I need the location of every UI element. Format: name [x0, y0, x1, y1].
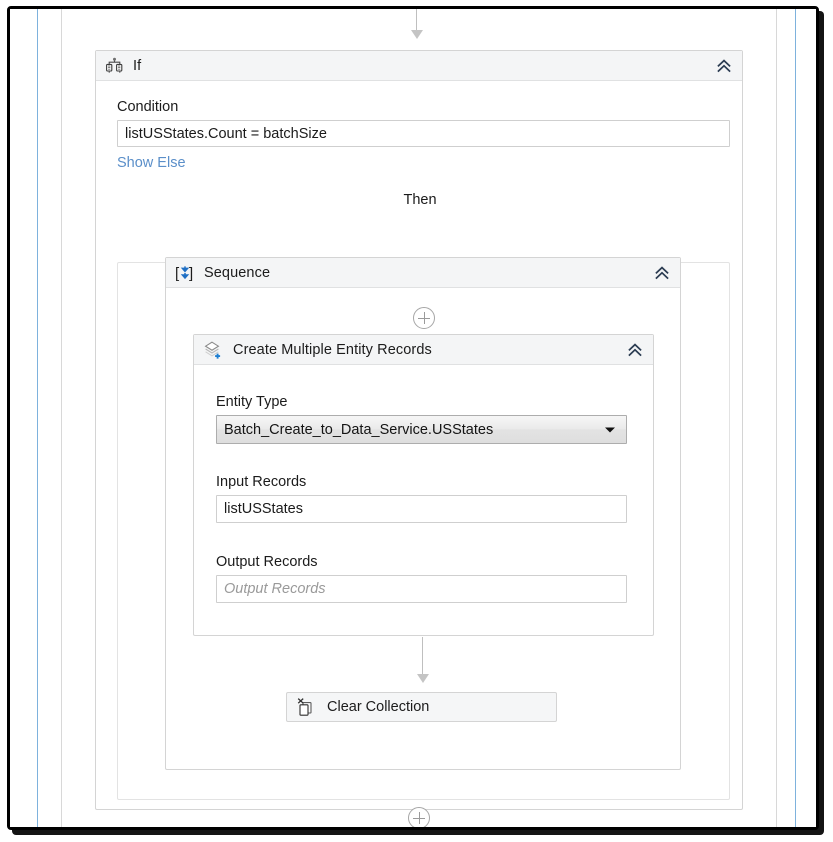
designer-frame-inner: If Condition listUSStates.Count = batchS… — [10, 9, 816, 827]
connector-into-if — [410, 9, 424, 39]
create-multiple-entity-records-header[interactable]: Create Multiple Entity Records — [194, 335, 653, 365]
clear-collection-icon — [296, 697, 317, 717]
workflow-designer-screenshot: If Condition listUSStates.Count = batchS… — [0, 0, 833, 842]
if-activity-header[interactable]: If — [96, 51, 742, 81]
condition-input[interactable]: listUSStates.Count = batchSize — [117, 120, 730, 147]
svg-text:[: [ — [175, 265, 180, 282]
create-multiple-entity-records-title: Create Multiple Entity Records — [233, 341, 432, 358]
if-activity-title: If — [133, 57, 142, 74]
create-multiple-entity-records-body: Entity Type Batch_Create_to_Data_Service… — [194, 366, 653, 635]
output-records-input[interactable]: Output Records — [216, 575, 627, 603]
sequence-activity-header[interactable]: [ ] Sequence — [166, 258, 680, 288]
entity-type-select[interactable]: Batch_Create_to_Data_Service.USStates — [216, 415, 627, 444]
sequence-activity-title: Sequence — [204, 264, 271, 281]
workflow-canvas[interactable]: If Condition listUSStates.Count = batchS… — [10, 9, 816, 827]
add-activity-icon-sequence-top[interactable] — [413, 307, 435, 329]
connector-cmer-to-clear-collection — [416, 637, 430, 683]
create-multiple-entity-records-activity[interactable]: Create Multiple Entity Records Entity Ty… — [193, 334, 654, 636]
chevron-double-up-icon[interactable] — [715, 57, 733, 75]
output-records-label: Output Records — [216, 554, 318, 570]
clear-collection-activity[interactable]: Clear Collection — [286, 692, 557, 722]
then-branch-label: Then — [403, 192, 437, 208]
input-records-input[interactable]: listUSStates — [216, 495, 627, 523]
chevron-down-icon — [605, 427, 615, 432]
create-records-icon — [203, 340, 224, 360]
sequence-icon: [ ] — [175, 264, 195, 282]
chevron-double-up-icon[interactable] — [653, 264, 671, 282]
clear-collection-title: Clear Collection — [327, 699, 430, 715]
entity-type-label: Entity Type — [216, 394, 288, 410]
input-records-label: Input Records — [216, 474, 307, 490]
condition-label: Condition — [117, 99, 179, 115]
show-else-link[interactable]: Show Else — [117, 155, 186, 171]
svg-text:]: ] — [189, 265, 193, 282]
chevron-double-up-icon[interactable] — [626, 341, 644, 359]
designer-frame: If Condition listUSStates.Count = batchS… — [7, 6, 819, 830]
if-decision-icon — [105, 57, 124, 74]
entity-type-select-value: Batch_Create_to_Data_Service.USStates — [224, 421, 494, 438]
add-activity-icon-root-bottom[interactable] — [408, 807, 430, 827]
